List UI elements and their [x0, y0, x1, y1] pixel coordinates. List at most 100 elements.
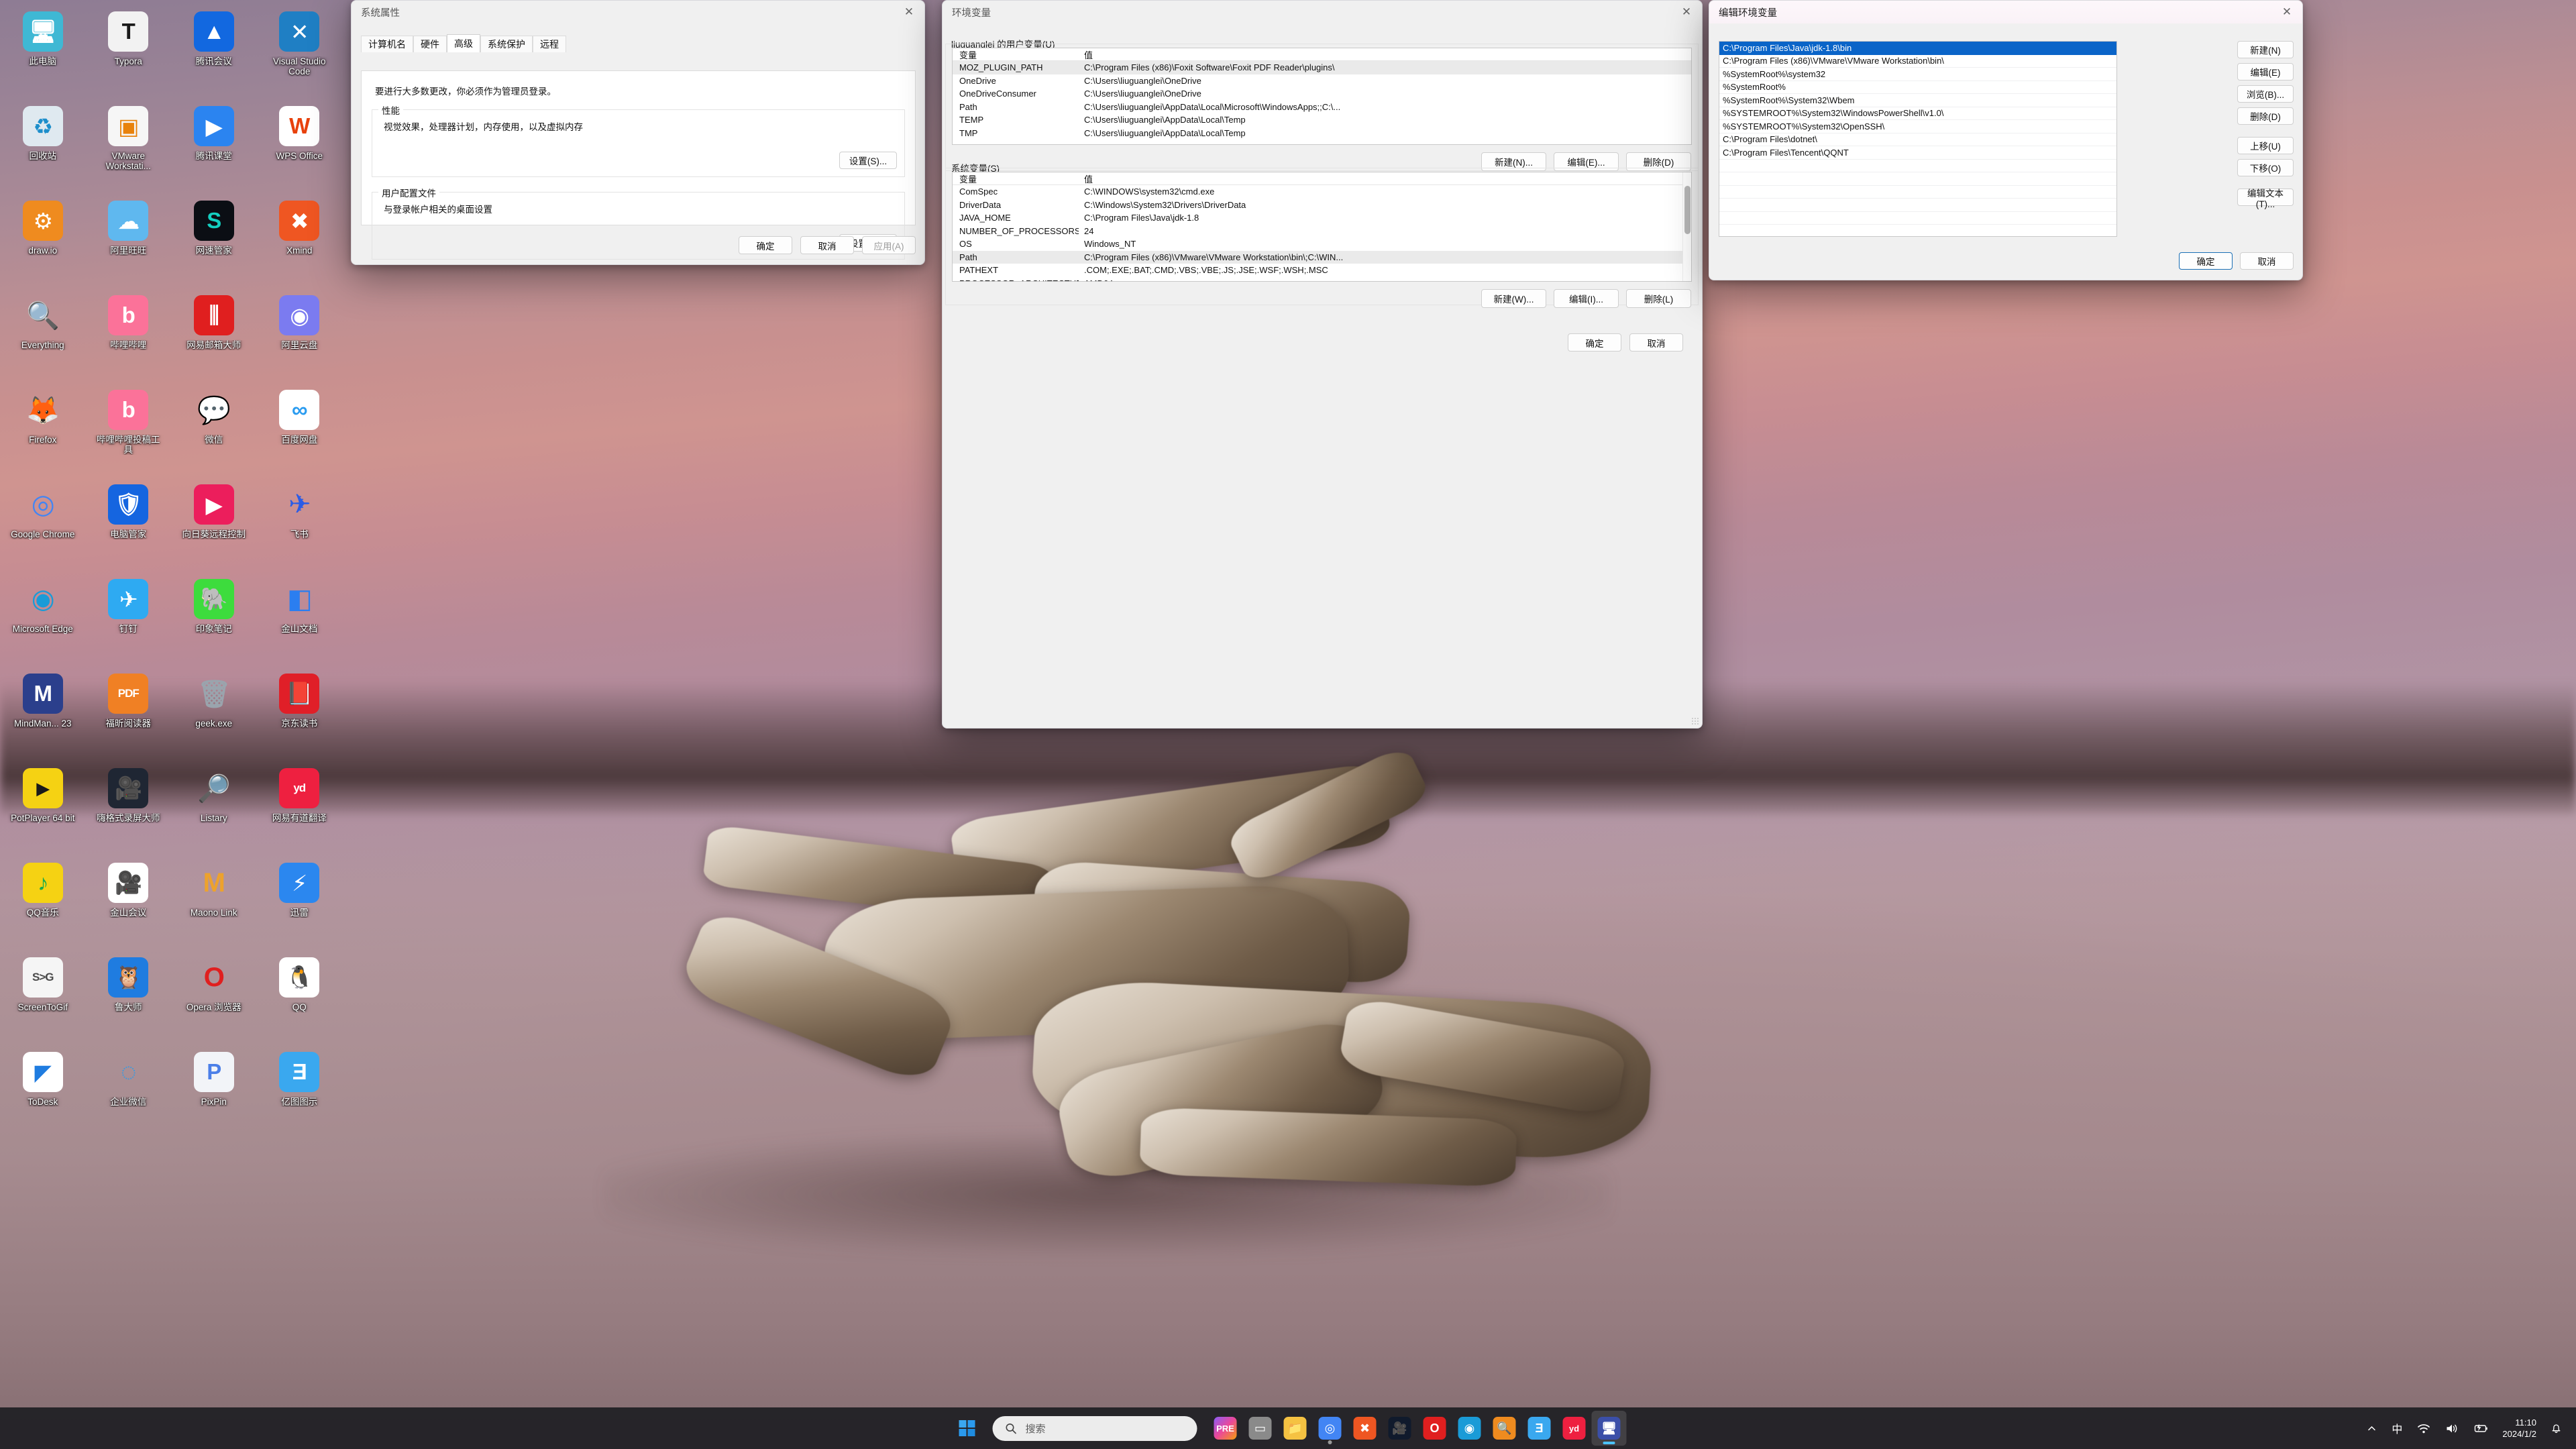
taskbar-app-opera[interactable]: O — [1417, 1411, 1452, 1446]
table-row[interactable]: TEMP C:\Users\liuguanglei\AppData\Local\T… — [953, 113, 1691, 127]
path-delete-button[interactable]: 删除(D) — [2237, 107, 2294, 125]
desktop-icon-vscode[interactable]: ✕ Visual Studio Code — [257, 7, 343, 99]
desktop-icon-aliyun-drive[interactable]: ◉ 阿里云盘 — [257, 290, 343, 382]
system-variables-list[interactable]: 变量 值 ComSpec C:\WINDOWS\system32\cmd.exe D… — [952, 172, 1692, 282]
tab-2[interactable]: 高级 — [447, 34, 480, 52]
table-row[interactable]: Path C:\Users\liuguanglei\AppData\Local\M… — [953, 101, 1691, 114]
path-entry-row[interactable]: %SystemRoot% — [1719, 81, 2116, 94]
desktop-icon-this-pc[interactable]: 🖥 此电脑 — [0, 7, 86, 99]
desktop-icon-foxit-reader[interactable]: PDF 福昕阅读器 — [86, 669, 172, 761]
taskbar-app-microsoft-edge[interactable]: ◉ — [1452, 1411, 1487, 1446]
system-properties-titlebar[interactable]: 系统属性 ✕ — [352, 1, 924, 23]
desktop-icon-edraw-max[interactable]: Ǝ 亿图图示 — [257, 1047, 343, 1139]
path-entry-row[interactable] — [1719, 160, 2116, 172]
notifications-button[interactable] — [2543, 1411, 2569, 1446]
close-icon[interactable]: ✕ — [894, 1, 924, 23]
path-browse-button[interactable]: 浏览(B)... — [2237, 85, 2294, 103]
desktop-icon-mindmanager[interactable]: M MindMan... 23 — [0, 669, 86, 761]
tab-0[interactable]: 计算机名 — [361, 36, 413, 52]
taskbar-app-everything[interactable]: 🔍 — [1487, 1411, 1522, 1446]
desktop-icon-bilibili[interactable]: b 哔哩哔哩 — [86, 290, 172, 382]
path-entry-row[interactable]: C:\Program Files\Tencent\QQNT — [1719, 146, 2116, 160]
desktop-icon-xmind[interactable]: ✖ Xmind — [257, 196, 343, 288]
tab-4[interactable]: 远程 — [533, 36, 566, 52]
show-hidden-icons-button[interactable] — [2359, 1411, 2384, 1446]
close-icon[interactable]: ✕ — [2271, 1, 2302, 23]
start-button[interactable] — [950, 1411, 985, 1446]
system-delete-button[interactable]: 删除(L) — [1626, 289, 1691, 308]
table-row[interactable]: PATHEXT .COM;.EXE;.BAT;.CMD;.VBS;.VBE;.JS… — [953, 264, 1691, 277]
desktop-icon-baidu-netdisk[interactable]: ∞ 百度网盘 — [257, 385, 343, 477]
ok-button[interactable]: 确定 — [739, 236, 792, 254]
desktop-icon-xunlei[interactable]: ⚡ 迅雷 — [257, 858, 343, 950]
path-entry-row[interactable]: %SystemRoot%\system32 — [1719, 68, 2116, 81]
path-entry-row[interactable] — [1719, 212, 2116, 225]
desktop-icon-wecom[interactable]: ◌ 企业微信 — [86, 1047, 172, 1139]
apply-button[interactable]: 应用(A) — [862, 236, 916, 254]
table-row[interactable]: NUMBER_OF_PROCESSORS 24 — [953, 225, 1691, 238]
edit-environment-variable-titlebar[interactable]: 编辑环境变量 ✕ — [1709, 1, 2302, 23]
desktop-icon-recycle-bin[interactable]: ♻ 回收站 — [0, 101, 86, 193]
table-row[interactable]: PROCESSOR_ARCHITECTUREAMD64 — [953, 277, 1691, 281]
desktop-icon-wechat[interactable]: 💬 微信 — [171, 385, 257, 477]
desktop-icon-feishu[interactable]: ✈ 飞书 — [257, 480, 343, 572]
desktop-icon-potplayer[interactable]: ▶ PotPlayer 64 bit — [0, 763, 86, 855]
taskbar-app-edraw-max[interactable]: Ǝ — [1522, 1411, 1557, 1446]
path-entry-row[interactable] — [1719, 199, 2116, 212]
desktop-icon-jd-read[interactable]: 📕 京东读书 — [257, 669, 343, 761]
desktop-icon-edge[interactable]: ◉ Microsoft Edge — [0, 574, 86, 666]
desktop-icon-pc-manager[interactable]: 🛡 电脑管家 — [86, 480, 172, 572]
desktop-icon-higeshi-recorder[interactable]: 🎥 嗨格式录屏大师 — [86, 763, 172, 855]
path-edit-button[interactable]: 编辑(E) — [2237, 63, 2294, 80]
table-row[interactable]: Path C:\Program Files (x86)\VMware\VMware… — [953, 250, 1691, 264]
table-row[interactable]: OneDrive C:\Users\liuguanglei\OneDrive — [953, 74, 1691, 88]
ime-indicator[interactable]: 中 — [2384, 1411, 2410, 1446]
desktop-icon-youdao-translate[interactable]: yd 网易有道翻译 — [257, 763, 343, 855]
desktop-icon-qq[interactable]: 🐧 QQ — [257, 953, 343, 1044]
tab-1[interactable]: 硬件 — [413, 36, 447, 52]
performance-settings-button[interactable]: 设置(S)... — [839, 152, 897, 169]
path-entry-row[interactable]: %SystemRoot%\System32\Wbem — [1719, 94, 2116, 107]
taskbar-app-tencent-meeting-camera[interactable]: 🎥 — [1383, 1411, 1417, 1446]
ok-button[interactable]: 确定 — [1568, 333, 1621, 352]
table-row[interactable]: ComSpec C:\WINDOWS\system32\cmd.exe — [953, 185, 1691, 199]
desktop-icon-todesk[interactable]: ◤ ToDesk — [0, 1047, 86, 1139]
table-row[interactable]: MOZ_PLUGIN_PATH C:\Program Files (x86)\Fo… — [953, 61, 1691, 74]
desktop-icon-net-speed-manager[interactable]: S 网速管家 — [171, 196, 257, 288]
desktop-icon-ludashi[interactable]: 🦉 鲁大师 — [86, 953, 172, 1044]
desktop-icon-tencent-classroom[interactable]: ▶ 腾讯课堂 — [171, 101, 257, 193]
environment-variables-titlebar[interactable]: 环境变量 ✕ — [943, 1, 1702, 23]
desktop-icon-drawio[interactable]: ⚙ draw.io — [0, 196, 86, 288]
path-edit-text-button[interactable]: 编辑文本(T)... — [2237, 189, 2294, 209]
path-entry-row[interactable]: C:\Program Files (x86)\VMware\VMware Wor… — [1719, 55, 2116, 68]
desktop-icon-opera[interactable]: O Opera 浏览器 — [171, 953, 257, 1044]
desktop-icon-firefox[interactable]: 🦊 Firefox — [0, 385, 86, 477]
battery-button[interactable] — [2466, 1411, 2496, 1446]
cancel-button[interactable]: 取消 — [1629, 333, 1683, 352]
path-entries-list[interactable]: C:\Program Files\Java\jdk-1.8\bin C:\Prog… — [1719, 41, 2117, 237]
desktop-icon-everything[interactable]: 🔍 Everything — [0, 290, 86, 382]
path-entry-row[interactable] — [1719, 172, 2116, 186]
taskbar-app-file-explorer[interactable]: 📁 — [1278, 1411, 1313, 1446]
clock[interactable]: 11:10 2024/1/2 — [2496, 1411, 2543, 1446]
desktop-icon-listary[interactable]: 🔎 Listary — [171, 763, 257, 855]
system-new-button[interactable]: 新建(W)... — [1481, 289, 1546, 308]
path-entry-row[interactable]: C:\Program Files\Java\jdk-1.8\bin — [1719, 42, 2116, 55]
desktop-icon-qq-music[interactable]: ♪ QQ音乐 — [0, 858, 86, 950]
desktop-icon-bilibili-upload[interactable]: b 哔哩哔哩投稿工具 — [86, 385, 172, 477]
close-icon[interactable]: ✕ — [1671, 1, 1702, 23]
taskbar-app-copilot[interactable]: PRE — [1208, 1411, 1243, 1446]
desktop-icon-aliwangwang[interactable]: ☁ 阿里旺旺 — [86, 196, 172, 288]
table-row[interactable]: OneDriveConsumer C:\Users\liuguanglei\One… — [953, 87, 1691, 101]
desktop-icon-evernote[interactable]: 🐘 印象笔记 — [171, 574, 257, 666]
table-row[interactable]: DriverData C:\Windows\System32\Drivers\Dr… — [953, 199, 1691, 212]
path-new-button[interactable]: 新建(N) — [2237, 41, 2294, 58]
taskbar-app-google-chrome[interactable]: ◎ — [1313, 1411, 1348, 1446]
desktop-icon-kingsoft-meeting[interactable]: 🎥 金山会议 — [86, 858, 172, 950]
desktop-icon-vmware[interactable]: ▣ VMware Workstati... — [86, 101, 172, 193]
table-row[interactable]: JAVA_HOME C:\Program Files\Java\jdk-1.8 — [953, 211, 1691, 225]
taskbar-app-xmind[interactable]: ✖ — [1348, 1411, 1383, 1446]
desktop-icon-maono-link[interactable]: M Maono Link — [171, 858, 257, 950]
volume-button[interactable] — [2438, 1411, 2466, 1446]
system-variables-scrollbar[interactable] — [1682, 172, 1691, 281]
